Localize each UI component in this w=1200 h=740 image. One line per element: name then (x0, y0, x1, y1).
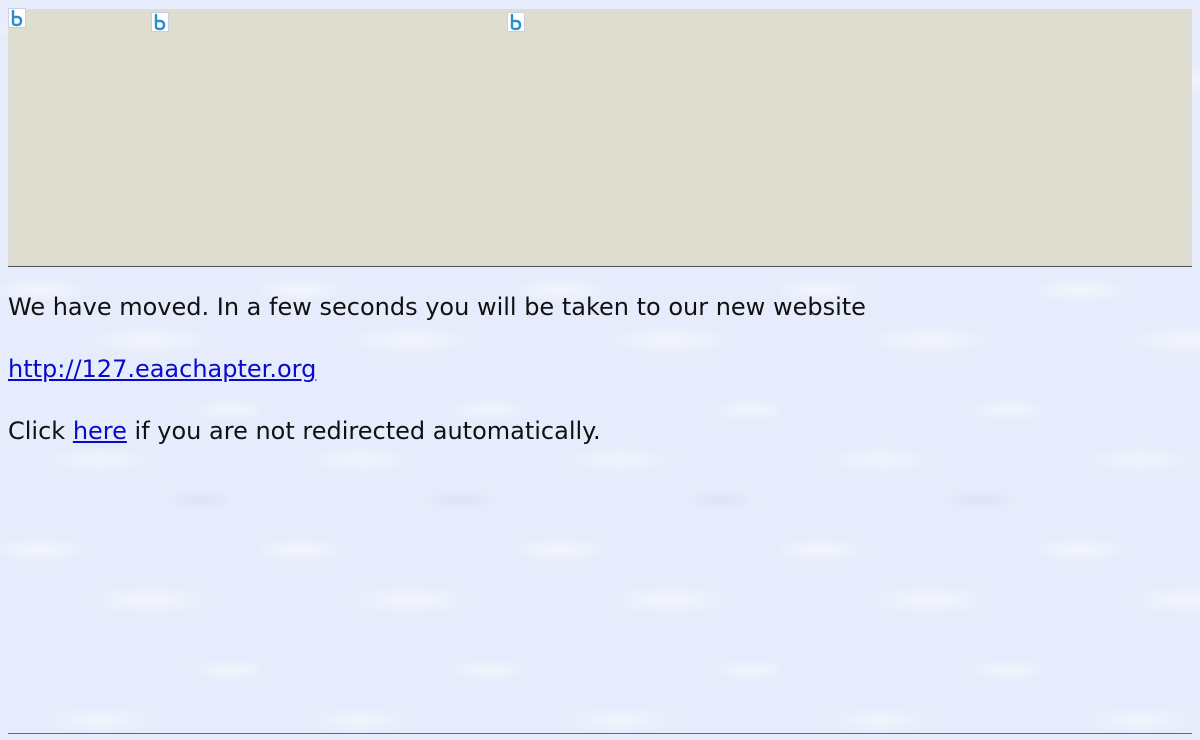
click-suffix-text: if you are not redirected automatically. (126, 417, 601, 445)
new-site-link[interactable]: http://127.eaachapter.org (8, 355, 316, 383)
broken-image-icon (507, 12, 525, 32)
broken-image-icon (8, 8, 26, 28)
broken-image-icon (151, 12, 169, 32)
moved-message: We have moved. In a few seconds you will… (8, 293, 866, 321)
new-site-paragraph: http://127.eaachapter.org (8, 354, 316, 384)
here-link[interactable]: here (73, 417, 127, 445)
click-prefix-text: Click (8, 417, 73, 445)
header-banner (8, 9, 1192, 267)
redirect-paragraph: Click here if you are not redirected aut… (8, 416, 601, 446)
bottom-divider (8, 733, 1192, 734)
